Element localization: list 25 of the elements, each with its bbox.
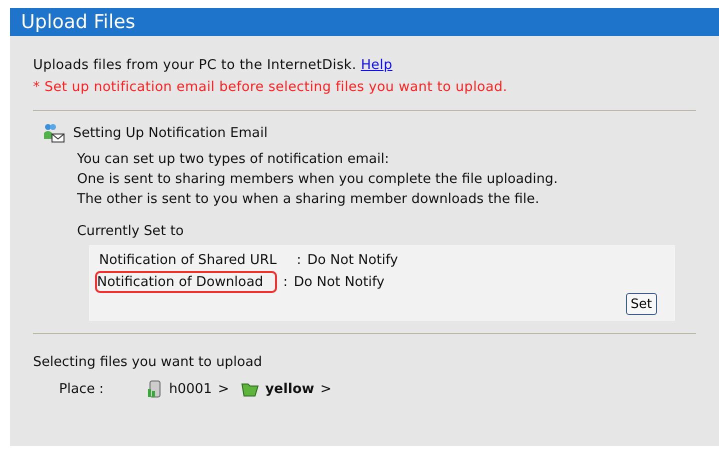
path-separator: >	[320, 381, 332, 397]
path-item[interactable]: h0001	[169, 381, 212, 397]
path-item[interactable]: yellow	[265, 381, 314, 397]
description-line: The other is sent to you when a sharing member downloads the file.	[77, 190, 540, 209]
selection-title: Selecting files you want to upload	[33, 354, 264, 370]
place-label: Place :	[59, 381, 105, 397]
setting-value: Do Not Notify	[307, 251, 398, 270]
setting-separator: :	[296, 251, 302, 270]
path-separator: >	[218, 381, 230, 397]
folder-icon	[241, 381, 260, 397]
current-label: Currently Set to	[76, 223, 185, 239]
page-title: Upload Files	[21, 11, 136, 33]
contact-mail-icon	[43, 123, 65, 143]
drive-icon	[147, 380, 163, 398]
setting-separator: :	[283, 273, 288, 292]
set-button[interactable]: Set	[626, 293, 657, 315]
help-link[interactable]: Help	[360, 57, 392, 73]
setting-value: Do Not Notify	[294, 273, 385, 292]
description-line: One is sent to sharing members when you complete the file uploading.	[77, 170, 559, 189]
setting-label: Notification of Download	[95, 271, 278, 293]
description-line: You can set up two types of notification email:	[77, 150, 390, 169]
section-title: Setting Up Notification Email	[73, 125, 268, 141]
intro-text: Uploads files from your PC to the InternetDisk.	[33, 57, 356, 73]
warning-text: * Set up notification email before selecting files you want to upload.	[33, 78, 508, 97]
setting-label: Notification of Shared URL	[98, 251, 278, 270]
